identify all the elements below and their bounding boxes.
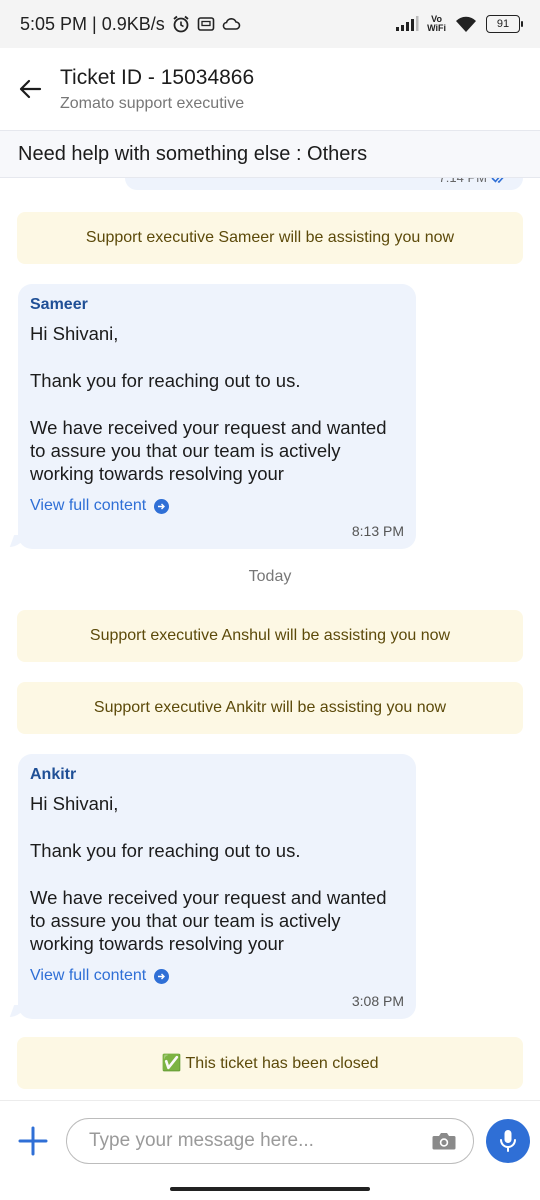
view-full-content-link[interactable]: View full content [30,967,404,985]
chat-header: Ticket ID - 15034866 Zomato support exec… [0,48,540,130]
message-line: We have received your request and wanted… [30,417,387,484]
message-time: 3:08 PM [351,993,404,1009]
message-greeting: Hi Shivani, [30,323,119,344]
microphone-icon [500,1129,516,1152]
battery-level: 91 [496,18,510,30]
agent-message-bubble: Sameer Hi Shivani, Thank you for reachin… [18,284,416,549]
camera-icon [432,1132,456,1149]
message-composer [0,1100,540,1180]
alarm-icon [171,14,191,34]
system-message: Support executive Sameer will be assisti… [17,212,523,264]
message-input-wrapper [66,1117,474,1164]
back-button[interactable] [0,48,60,130]
message-time: 8:13 PM [351,523,404,539]
arrow-circle-right-icon [154,968,170,984]
status-time: 5:05 PM | 0.9KB/s [20,13,165,34]
system-message: Support executive Anshul will be assisti… [17,610,523,662]
message-input[interactable] [89,1129,419,1152]
back-arrow-icon [19,79,42,99]
view-full-content-link[interactable]: View full content [30,497,404,515]
message-line: Thank you for reaching out to us. [30,840,301,861]
arrow-circle-right-icon [154,498,170,514]
ticket-subtitle: Zomato support executive [60,94,245,112]
message-greeting: Hi Shivani, [30,793,119,814]
plus-icon [18,1126,48,1155]
voice-record-button[interactable] [486,1118,530,1163]
vowifi-indicator: Vo WiFi [427,14,446,33]
ticket-topic: Need help with something else : Others [0,130,540,178]
agent-message-bubble: Ankitr Hi Shivani, Thank you for reachin… [18,754,416,1019]
chat-thread[interactable]: 7:14 PM Support executive Sameer will be… [0,160,540,1100]
system-nav-bar [0,1180,540,1200]
camera-button[interactable] [431,1130,457,1157]
view-full-label: View full content [30,967,147,984]
signal-icon [395,16,419,32]
attach-button[interactable] [0,1101,66,1181]
view-full-label: View full content [30,497,147,514]
home-indicator[interactable] [170,1187,370,1191]
message-line: Thank you for reaching out to us. [30,370,301,391]
ticket-title: Ticket ID - 15034866 [60,65,255,89]
ticket-closed-message: ✅ This ticket has been closed [17,1037,523,1089]
sender-name: Sameer [30,296,88,313]
status-bar: 5:05 PM | 0.9KB/s Vo WiFi 91 [0,0,540,48]
battery-icon: 91 [486,15,523,33]
day-separator: Today [248,568,292,585]
wifi-icon [454,15,478,33]
sender-name: Ankitr [30,766,77,783]
message-line: We have received your request and wanted… [30,887,387,954]
storage-icon [197,16,215,32]
system-message: Support executive Ankitr will be assisti… [17,682,523,734]
cloud-icon [221,16,241,32]
